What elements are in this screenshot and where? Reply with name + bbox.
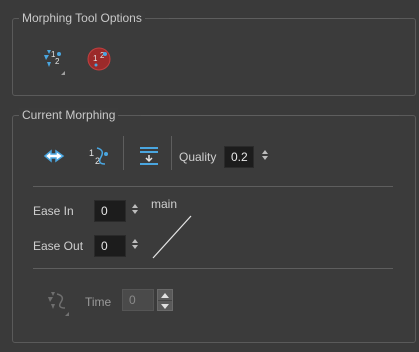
- group-title: Morphing Tool Options: [19, 11, 145, 25]
- quality-field[interactable]: 0.2: [224, 146, 254, 168]
- ease-out-field[interactable]: 0: [94, 235, 126, 257]
- stepper-down-icon[interactable]: [158, 301, 172, 311]
- delete-hint-icon[interactable]: 1 2: [85, 45, 113, 73]
- time-morph-icon[interactable]: [43, 286, 71, 316]
- svg-text:2: 2: [55, 57, 60, 66]
- morphing-target-icon[interactable]: [41, 142, 69, 170]
- toolbar-divider: [171, 136, 172, 170]
- curve-label: main: [151, 197, 178, 211]
- ease-in-label: Ease In: [33, 204, 74, 218]
- separator: [33, 186, 393, 187]
- ease-in-field[interactable]: 0: [94, 200, 126, 222]
- time-stepper[interactable]: [157, 289, 173, 311]
- time-field[interactable]: 0: [122, 289, 154, 311]
- submenu-indicator-icon: [61, 67, 65, 75]
- submenu-indicator-icon: [65, 308, 69, 316]
- svg-text:1: 1: [89, 148, 94, 158]
- quality-stepper[interactable]: [261, 150, 269, 164]
- quality-label: Quality: [179, 150, 217, 164]
- svg-text:1: 1: [93, 54, 98, 63]
- ease-curve-graph[interactable]: [151, 212, 193, 260]
- ease-in-stepper[interactable]: [131, 204, 139, 218]
- toolbar-divider: [123, 136, 124, 170]
- group-title: Current Morphing: [19, 108, 119, 122]
- group-title-rule: [141, 115, 399, 116]
- separator: [33, 268, 393, 269]
- time-label: Time: [85, 295, 112, 309]
- current-morphing-group: Current Morphing 1 2 Quality 0.2 Ease In…: [12, 108, 416, 343]
- morphing-tool-options-group: Morphing Tool Options 1 2 1 2: [12, 11, 416, 96]
- stepper-up-icon[interactable]: [158, 290, 172, 301]
- create-hint-icon[interactable]: 1 2: [39, 45, 67, 75]
- ease-out-label: Ease Out: [33, 239, 84, 253]
- show-hints-icon[interactable]: 1 2: [85, 142, 113, 170]
- import-morph-icon[interactable]: [135, 142, 163, 170]
- tool-properties-panel: Morphing Tool Options 1 2 1 2 Current Mo…: [0, 0, 419, 352]
- ease-out-stepper[interactable]: [131, 239, 139, 253]
- group-title-rule: [169, 18, 399, 19]
